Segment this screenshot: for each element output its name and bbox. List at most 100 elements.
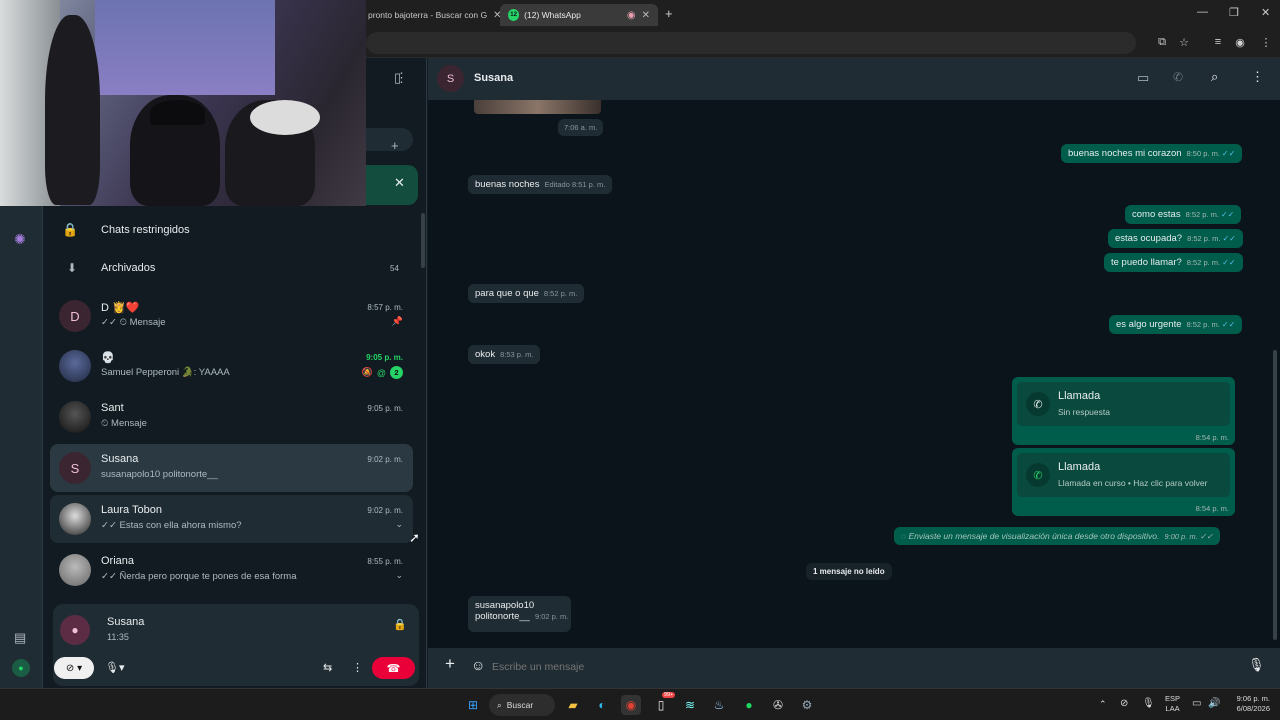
tray-chevron-icon[interactable]: ⌃ bbox=[1099, 699, 1107, 710]
close-icon[interactable]: ✕ bbox=[642, 10, 650, 21]
call-status: Sin respuesta bbox=[1058, 407, 1110, 417]
mic-tray-icon[interactable]: 🎙 bbox=[1142, 698, 1155, 709]
call-time: 8:54 p. m. bbox=[1195, 504, 1229, 513]
white-cap bbox=[250, 100, 320, 135]
call-menu-icon[interactable]: ⋮ bbox=[352, 661, 363, 674]
message-outgoing[interactable]: es algo urgente 8:52 p. m. ✓✓ bbox=[1109, 315, 1243, 334]
language-indicator[interactable]: ESP LAA bbox=[1165, 694, 1180, 714]
tab-search[interactable]: pronto bajoterra - Buscar con G ✕ bbox=[360, 4, 500, 26]
chat-row-laura[interactable]: Laura Tobon ✓✓ Estas con ella ahora mism… bbox=[50, 495, 413, 543]
archive-icon: ⬇ bbox=[67, 261, 78, 275]
add-filter-icon[interactable]: + bbox=[391, 138, 399, 153]
image-thumbnail[interactable] bbox=[474, 100, 601, 114]
app-icon[interactable]: ✇ bbox=[768, 695, 788, 715]
browser-menu-icon[interactable]: ⋮ bbox=[1259, 35, 1273, 49]
call-card-ongoing[interactable]: ✆ Llamada Llamada en curso • Haz clic pa… bbox=[1012, 448, 1235, 516]
chat-row-sant[interactable]: Sant ⏲ Mensaje 9:05 p. m. bbox=[50, 393, 413, 441]
search-icon[interactable]: ⌕ bbox=[1211, 69, 1218, 85]
url-field[interactable] bbox=[366, 32, 1136, 54]
message-outgoing[interactable]: como estas 8:52 p. m. ✓✓ bbox=[1125, 205, 1242, 224]
profile-avatar-icon[interactable]: ● bbox=[12, 659, 30, 677]
message-outgoing[interactable]: te puedo llamar? 8:52 p. m. ✓✓ bbox=[1104, 253, 1243, 272]
network-off-icon[interactable]: ⊘ bbox=[1120, 698, 1128, 709]
display-icon[interactable]: ▭ bbox=[1192, 698, 1201, 709]
attach-icon[interactable]: + bbox=[445, 654, 455, 674]
minimize-icon[interactable]: — bbox=[1197, 6, 1208, 18]
camera-off-button[interactable]: ⊘ ▾ bbox=[54, 657, 94, 679]
clock-time: 9:06 p. m. bbox=[1236, 694, 1270, 703]
archived-label[interactable]: Archivados bbox=[101, 262, 155, 274]
end-call-button[interactable]: ☎ bbox=[372, 657, 415, 679]
tab-whatsapp[interactable]: 12 (12) WhatsApp ◉ ✕ bbox=[500, 4, 658, 26]
message-incoming[interactable]: okok 8:53 p. m. bbox=[468, 345, 541, 364]
tab-title: (12) WhatsApp bbox=[524, 10, 581, 20]
install-app-icon[interactable]: ⧉ bbox=[1155, 35, 1169, 49]
chevron-down-icon[interactable]: ⌄ bbox=[395, 519, 403, 530]
chat-row-susana[interactable]: S Susana susanapolo10 politonorte__ 9:02… bbox=[50, 444, 413, 492]
sticker-icon[interactable]: ☺ bbox=[471, 657, 485, 673]
message-incoming[interactable]: para que o que 8:52 p. m. bbox=[468, 284, 585, 303]
media-controls-icon[interactable]: ≡ bbox=[1211, 35, 1225, 49]
message-incoming[interactable]: susanapolo10 politonorte__ 9:02 p. m. bbox=[468, 596, 571, 632]
scrollbar[interactable] bbox=[1273, 350, 1277, 640]
restricted-chats-label[interactable]: Chats restringidos bbox=[101, 224, 190, 236]
settings-icon[interactable]: ⚙ bbox=[797, 695, 817, 715]
read-ticks-icon: ✓✓ bbox=[1221, 320, 1236, 329]
call-avatar: ● bbox=[60, 615, 90, 645]
message-input[interactable] bbox=[492, 653, 1232, 681]
bookmark-star-icon[interactable]: ☆ bbox=[1177, 35, 1191, 49]
windows-start-icon[interactable]: ⊞ bbox=[463, 695, 483, 715]
microphone-icon[interactable]: 🎙 bbox=[1248, 657, 1265, 673]
edge-icon[interactable]: ◐ bbox=[592, 695, 612, 715]
conversation-menu-icon[interactable]: ⋮ bbox=[1251, 69, 1264, 85]
notes-icon[interactable]: ▯ bbox=[651, 695, 671, 715]
close-icon[interactable]: ✕ bbox=[493, 10, 500, 21]
taskbar-search[interactable]: ⌕ Buscar bbox=[489, 694, 555, 716]
close-window-icon[interactable]: ✕ bbox=[1261, 6, 1270, 19]
maximize-icon[interactable]: ❐ bbox=[1229, 6, 1239, 19]
meta-ai-icon[interactable]: ✺ bbox=[14, 231, 26, 248]
ongoing-call-icon: ✆ bbox=[1026, 463, 1050, 487]
conversation-header: S Susana ▭ ✆ ⌕ ⋮ bbox=[428, 58, 1280, 100]
volume-icon[interactable]: 🔊 bbox=[1208, 698, 1220, 709]
video-call-icon[interactable]: ▭ bbox=[1137, 70, 1149, 86]
clock[interactable]: 9:06 p. m. 6/08/2026 bbox=[1226, 694, 1270, 714]
call-card-inner: ✆ Llamada Sin respuesta bbox=[1017, 382, 1230, 426]
search-input[interactable] bbox=[366, 128, 413, 151]
chat-name: Sant bbox=[101, 402, 124, 414]
message-time: 9:02 p. m. bbox=[534, 612, 569, 621]
steam-icon[interactable]: ♨ bbox=[709, 695, 729, 715]
call-card-missed[interactable]: ✆ Llamada Sin respuesta 8:54 p. m. bbox=[1012, 377, 1235, 445]
message-line: politonorte__ bbox=[475, 611, 530, 622]
message-composer: + ☺ 🎙 bbox=[428, 648, 1280, 688]
spotify-icon[interactable]: ● bbox=[739, 695, 759, 715]
menu-icon[interactable]: ⋮ bbox=[395, 70, 408, 86]
message-incoming[interactable]: buenas noches Editado 8:51 p. m. bbox=[468, 175, 613, 194]
contact-avatar[interactable]: S bbox=[437, 65, 464, 92]
ongoing-call-bar: ● Susana 11:35 🔒 ⊘ ▾ 🎙▾ ⇆ ⋮ ☎ bbox=[53, 604, 419, 686]
message-outgoing[interactable]: estas ocupada? 8:52 p. m. ✓✓ bbox=[1108, 229, 1243, 248]
chat-row-d[interactable]: D D 👸❤️ ✓✓ ⏲ Mensaje 8:57 p. m. 📌 bbox=[50, 292, 413, 340]
message-outgoing[interactable]: buenas noches mi corazon 8:50 p. m. ✓✓ bbox=[1061, 144, 1243, 163]
unread-divider: 1 mensaje no leído bbox=[806, 563, 892, 580]
file-explorer-icon[interactable]: ▰ bbox=[563, 695, 583, 715]
chat-row-group[interactable]: 💀 Samuel Pepperoni 🐊: YAAAA 9:05 p. m. 🔕… bbox=[50, 342, 413, 390]
call-title: Llamada bbox=[1058, 390, 1101, 402]
view-once-message[interactable]: ◌ Enviaste un mensaje de visualización ú… bbox=[894, 527, 1221, 545]
media-icon[interactable]: ▤ bbox=[14, 630, 26, 646]
call-duration: 11:35 bbox=[107, 632, 129, 642]
capcut-icon[interactable]: ≋ bbox=[680, 695, 700, 715]
contact-name[interactable]: Susana bbox=[474, 72, 513, 84]
screen-share-button[interactable]: ⇆ bbox=[323, 661, 332, 674]
chevron-down-icon[interactable]: ⌄ bbox=[395, 570, 403, 581]
chat-row-oriana[interactable]: Oriana ✓✓ Ñerda pero porque te pones de … bbox=[50, 546, 413, 594]
close-icon[interactable]: ✕ bbox=[394, 175, 405, 191]
profile-icon[interactable]: ◉ bbox=[1233, 35, 1247, 49]
new-tab-button[interactable]: + bbox=[665, 6, 673, 21]
search-label: Buscar bbox=[506, 700, 534, 710]
chrome-icon[interactable]: ◉ bbox=[621, 695, 641, 715]
chat-preview: Samuel Pepperoni 🐊: YAAAA bbox=[101, 367, 230, 378]
microphone-button[interactable]: 🎙▾ bbox=[105, 661, 125, 674]
scrollbar[interactable] bbox=[421, 213, 425, 268]
voice-call-icon[interactable]: ✆ bbox=[1173, 70, 1183, 84]
